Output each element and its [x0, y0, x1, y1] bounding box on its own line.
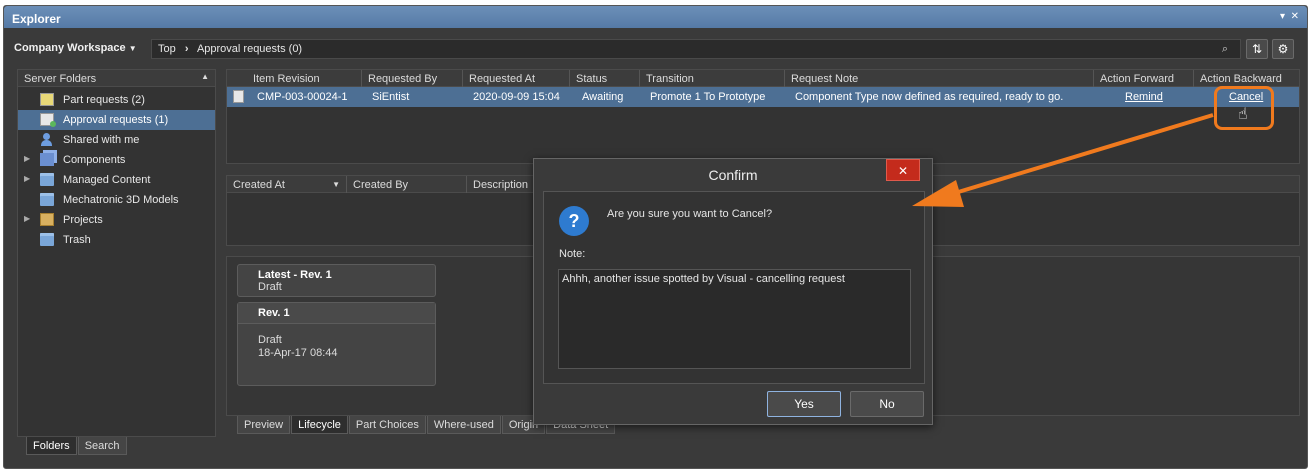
dialog-close-button[interactable]: ✕ — [886, 159, 920, 181]
expand-arrow-icon[interactable]: ▶ — [24, 214, 30, 223]
settings-button[interactable]: ⚙ — [1272, 39, 1294, 59]
folder-icon — [40, 193, 54, 206]
pin-icon[interactable]: ▾ — [1280, 11, 1285, 22]
expand-arrow-icon[interactable]: ▶ — [24, 154, 30, 163]
dialog-body: ? Are you sure you want to Cancel? Note:… — [543, 191, 925, 384]
close-icon: ✕ — [897, 164, 909, 178]
requests-table: Item Revision Requested By Requested At … — [226, 69, 1300, 164]
confirm-dialog: Confirm ✕ ? Are you sure you want to Can… — [533, 158, 933, 425]
person-icon — [40, 133, 54, 146]
cell-status: Awaiting — [582, 91, 624, 103]
col-created-at[interactable]: Created At ▼ — [227, 176, 347, 193]
toolbar: Company Workspace ▼ Top › Approval reque… — [14, 39, 1297, 61]
yes-button[interactable]: Yes — [767, 391, 841, 417]
doc-check-icon — [40, 113, 56, 127]
dialog-message: Are you sure you want to Cancel? — [607, 208, 773, 220]
latest-revision-title: Latest - Rev. 1 — [258, 269, 332, 281]
col-request-note[interactable]: Request Note — [785, 70, 1094, 87]
doc-add-icon — [40, 93, 54, 106]
col-requested-at[interactable]: Requested At — [463, 70, 570, 87]
sidebar-item-shared-with-me[interactable]: Shared with me — [18, 130, 215, 150]
tab-where-used[interactable]: Where-used — [426, 416, 501, 434]
workspace-label: Company Workspace — [14, 42, 126, 54]
sidebar-item-managed-content[interactable]: ▶ Managed Content — [18, 170, 215, 190]
components-icon — [40, 153, 54, 166]
col-action-backward[interactable]: Action Backward — [1194, 70, 1299, 87]
col-transition[interactable]: Transition — [640, 70, 785, 87]
breadcrumb-top[interactable]: Top — [158, 43, 176, 55]
tab-folders[interactable]: Folders — [26, 437, 77, 455]
gear-icon: ⚙ — [1277, 42, 1289, 56]
col-item-revision[interactable]: Item Revision — [247, 70, 362, 87]
note-textarea[interactable]: Ahhh, another issue spotted by Visual - … — [558, 269, 911, 369]
revision-date: 18-Apr-17 08:44 — [258, 347, 338, 359]
remind-link[interactable]: Remind — [1125, 91, 1163, 103]
sidebar-item-components[interactable]: ▶ Components — [18, 150, 215, 170]
chevron-down-icon: ▼ — [128, 44, 137, 53]
cell-requested-at: 2020-09-09 15:04 — [473, 91, 560, 103]
col-action-forward[interactable]: Action Forward — [1094, 70, 1194, 87]
sidebar-item-mechatronic-3d-models[interactable]: Mechatronic 3D Models — [18, 190, 215, 210]
cell-request-note: Component Type now defined as required, … — [795, 91, 1064, 103]
workspace-selector[interactable]: Company Workspace ▼ — [14, 42, 137, 54]
dialog-title: Confirm — [708, 167, 758, 183]
cell-item-revision: CMP-003-00024-1 — [257, 91, 348, 103]
latest-revision-state: Draft — [258, 281, 282, 293]
tab-preview[interactable]: Preview — [237, 416, 291, 434]
server-folders-panel: Server Folders ▲ Part requests (2) Appro… — [17, 69, 216, 437]
col-requested-by[interactable]: Requested By — [362, 70, 463, 87]
tab-search[interactable]: Search — [77, 437, 127, 455]
folder-icon — [40, 173, 54, 186]
title-bar[interactable]: Explorer ▾ ✕ — [4, 6, 1307, 28]
sidebar-item-projects[interactable]: ▶ Projects — [18, 210, 215, 230]
requests-table-header: Item Revision Requested By Requested At … — [227, 70, 1299, 87]
sidebar-item-approval-requests[interactable]: Approval requests (1) — [18, 110, 215, 130]
revision-title: Rev. 1 — [258, 307, 290, 319]
refresh-icon: ⇅ — [1251, 42, 1263, 56]
folder-icon — [40, 233, 54, 246]
cell-requested-by: SiEntist — [372, 91, 410, 103]
search-icon[interactable]: ⌕ — [1222, 43, 1228, 56]
breadcrumb-separator: › — [184, 43, 189, 55]
sidebar-tabs: Folders Search — [26, 437, 128, 455]
sidebar-item-part-requests[interactable]: Part requests (2) — [18, 90, 215, 110]
sidebar-item-trash[interactable]: Trash — [18, 230, 215, 250]
note-label: Note: — [559, 248, 586, 260]
revision-card[interactable]: Rev. 1 Draft 18-Apr-17 08:44 — [237, 302, 436, 386]
latest-revision-card[interactable]: Latest - Rev. 1 Draft — [237, 264, 436, 297]
question-icon: ? — [559, 206, 589, 236]
col-status[interactable]: Status — [570, 70, 640, 87]
doc-check-icon — [233, 90, 244, 103]
no-button[interactable]: No — [850, 391, 924, 417]
pointer-cursor-icon: ☝ — [1238, 106, 1248, 123]
tab-lifecycle[interactable]: Lifecycle — [291, 416, 348, 434]
close-icon[interactable]: ✕ — [1291, 11, 1299, 22]
projects-icon — [40, 213, 54, 226]
breadcrumb-current[interactable]: Approval requests (0) — [197, 43, 302, 55]
cell-transition: Promote 1 To Prototype — [650, 91, 766, 103]
breadcrumb[interactable]: Top › Approval requests (0) ⌕ — [151, 39, 1241, 59]
table-row[interactable]: CMP-003-00024-1 SiEntist 2020-09-09 15:0… — [227, 87, 1299, 107]
revision-state: Draft — [258, 334, 282, 346]
tab-part-choices[interactable]: Part Choices — [348, 416, 426, 434]
expand-arrow-icon[interactable]: ▶ — [24, 174, 30, 183]
server-folders-header: Server Folders ▲ — [18, 70, 215, 87]
sort-down-icon: ▼ — [332, 180, 340, 189]
col-created-by[interactable]: Created By — [347, 176, 467, 193]
refresh-button[interactable]: ⇅ — [1246, 39, 1268, 59]
collapse-icon[interactable]: ▲ — [201, 72, 209, 81]
window-title: Explorer — [12, 12, 61, 26]
